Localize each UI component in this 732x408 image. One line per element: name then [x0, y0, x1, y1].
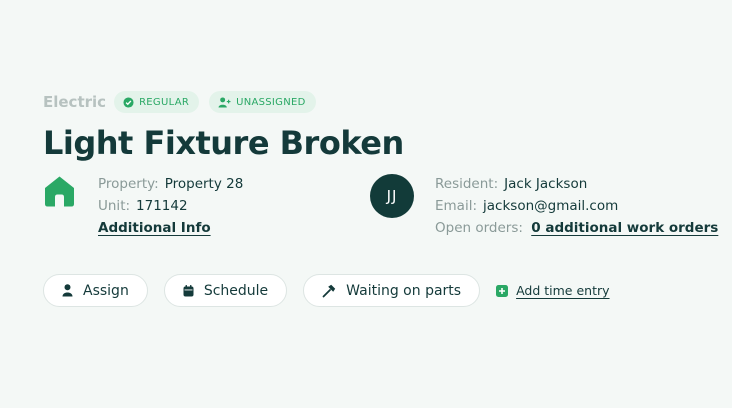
- calendar-icon: [183, 284, 194, 296]
- resident-details: Resident: Jack Jackson Email: jackson@gmai…: [435, 173, 718, 239]
- assignment-badge: UNASSIGNED: [209, 91, 316, 113]
- schedule-button-label: Schedule: [203, 282, 269, 299]
- schedule-button[interactable]: Schedule: [163, 274, 288, 307]
- open-orders-label: Open orders:: [435, 220, 523, 236]
- email-row: Email: jackson@gmail.com: [435, 195, 718, 217]
- email-value: jackson@gmail.com: [483, 198, 619, 214]
- additional-info-row: Additional Info: [98, 217, 243, 239]
- assign-button[interactable]: Assign: [43, 274, 148, 307]
- priority-badge: REGULAR: [114, 91, 200, 113]
- property-label: Property:: [98, 176, 159, 192]
- additional-info-link[interactable]: Additional Info: [98, 220, 211, 236]
- unit-row: Unit: 171142: [98, 195, 243, 217]
- tag-row: Electric REGULAR UNASSIGNED: [43, 91, 723, 113]
- assignment-badge-label: UNASSIGNED: [236, 96, 306, 108]
- resident-label: Resident:: [435, 176, 499, 192]
- property-details: Property: Property 28 Unit: 171142 Additio…: [98, 173, 243, 239]
- priority-badge-label: REGULAR: [139, 96, 190, 108]
- user-add-icon: [218, 96, 231, 108]
- waiting-on-parts-label: Waiting on parts: [346, 282, 462, 299]
- avatar: JJ: [370, 174, 414, 218]
- details-section: Property: Property 28 Unit: 171142 Additio…: [43, 173, 723, 253]
- unit-value: 171142: [136, 198, 188, 214]
- unit-label: Unit:: [98, 198, 131, 214]
- ticket-header: Electric REGULAR UNASSIGNED Light Fixtur…: [43, 91, 723, 253]
- page-title: Light Fixture Broken: [43, 124, 404, 162]
- action-bar: Assign Schedule Waiting on parts Add tim…: [43, 274, 610, 307]
- check-badge-icon: [123, 96, 134, 108]
- resident-row: Resident: Jack Jackson: [435, 173, 718, 195]
- hammer-icon: [322, 284, 336, 297]
- plus-square-icon: [496, 284, 509, 297]
- house-icon: [45, 176, 74, 207]
- person-icon: [62, 284, 73, 297]
- waiting-on-parts-button[interactable]: Waiting on parts: [303, 274, 481, 307]
- add-time-entry-label: Add time entry: [516, 283, 610, 298]
- resident-value: Jack Jackson: [504, 176, 588, 192]
- property-row: Property: Property 28: [98, 173, 243, 195]
- assign-button-label: Assign: [83, 282, 129, 299]
- add-time-entry-link[interactable]: Add time entry: [496, 283, 610, 298]
- property-value: Property 28: [164, 176, 244, 192]
- email-label: Email:: [435, 198, 478, 214]
- open-orders-link[interactable]: 0 additional work orders: [531, 220, 718, 236]
- open-orders-row: Open orders: 0 additional work orders: [435, 217, 718, 239]
- category-label: Electric: [43, 93, 107, 111]
